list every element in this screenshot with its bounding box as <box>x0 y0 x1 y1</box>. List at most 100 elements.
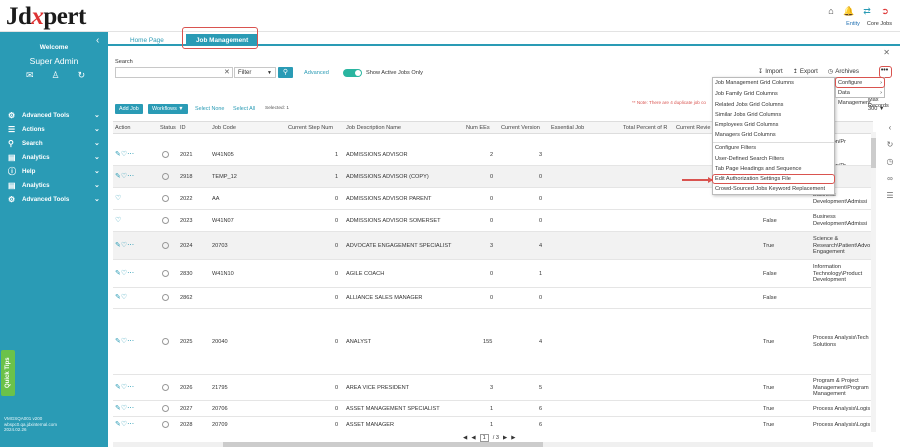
menu-item-managers-grid[interactable]: Managers Grid Columns <box>715 132 776 138</box>
sidebar-item-actions[interactable]: ☰ Actions ⌄ <box>0 122 108 136</box>
first-page-icon[interactable]: ◀ <box>463 435 467 441</box>
sidebar-item-analytics[interactable]: ▤ Analytics ⌄ <box>0 150 108 164</box>
history-icon[interactable]: ◷ <box>887 157 894 166</box>
select-none-link[interactable]: Select None <box>195 106 224 112</box>
mail-icon[interactable]: ✉ <box>26 70 34 81</box>
menu-item-job-management-grid[interactable]: Job Management Grid Columns <box>715 80 794 86</box>
col-status[interactable]: Status <box>160 125 176 131</box>
col-id[interactable]: ID <box>180 125 186 131</box>
favorite-icon[interactable]: ♡ <box>115 216 121 224</box>
table-row[interactable]: ✎♡ 2862 0 ALLIANCE SALES MANAGER 0 0 Fal… <box>113 288 873 309</box>
scroll-thumb[interactable] <box>223 442 543 447</box>
vertical-scrollbar[interactable] <box>871 132 876 432</box>
import-button[interactable]: ↧ Import <box>758 68 783 75</box>
favorite-icon[interactable]: ♡ <box>115 194 121 202</box>
edit-fav-more-icons[interactable]: ✎♡⋯ <box>115 383 134 391</box>
menu-item-crowd-sourced[interactable]: Crowd-Sourced Jobs Keyword Replacement <box>715 186 825 192</box>
show-active-toggle[interactable] <box>343 69 362 77</box>
advanced-link[interactable]: Advanced <box>304 70 329 76</box>
sidebar-item-advanced-tools[interactable]: ⚙ Advanced Tools ⌄ <box>0 108 108 122</box>
col-essential-job[interactable]: Essential Job <box>551 125 584 131</box>
edit-fav-more-icons[interactable]: ✎♡⋯ <box>115 150 134 158</box>
col-current-step[interactable]: Current Step Num <box>288 125 333 131</box>
sidebar-item-help[interactable]: ⓘ Help ⌄ <box>0 164 108 178</box>
edit-fav-more-icons[interactable]: ✎♡⋯ <box>115 420 134 428</box>
bell-icon[interactable]: 🔔 <box>843 6 854 16</box>
menu-item-job-family-grid[interactable]: Job Family Grid Columns <box>715 91 778 97</box>
table-row[interactable]: ✎♡⋯ 2028 20709 0 ASSET MANAGER 1 6 True … <box>113 417 873 433</box>
sidebar-item-advanced-tools-2[interactable]: ⚙ Advanced Tools ⌄ <box>0 192 108 206</box>
users-icon[interactable]: ♙ <box>52 70 60 81</box>
status-dot[interactable] <box>162 338 169 347</box>
table-row[interactable]: ✎♡⋯ 2024 20703 0 ADVOCATE ENGAGEMENT SPE… <box>113 232 873 260</box>
status-dot[interactable] <box>162 151 169 160</box>
help-icon: ⓘ <box>8 166 16 176</box>
edit-fav-more-icons[interactable]: ✎♡⋯ <box>115 337 134 345</box>
page-input[interactable]: 1 <box>479 434 489 442</box>
table-row[interactable]: ✎♡⋯ 2025 20040 0 ANALYST 155 4 True Proc… <box>113 309 873 375</box>
logout-icon[interactable]: ➲ <box>880 6 890 16</box>
edit-fav-more-icons[interactable]: ✎♡⋯ <box>115 241 134 249</box>
edit-fav-more-icons[interactable]: ✎♡⋯ <box>115 172 134 180</box>
home-icon[interactable]: ⌂ <box>826 6 836 16</box>
edit-fav-more-icons[interactable]: ✎♡⋯ <box>115 404 134 412</box>
search-input[interactable] <box>115 67 233 78</box>
filter-select[interactable]: Filter ▼ <box>234 67 276 78</box>
sidebar-item-analytics-2[interactable]: ▤ Analytics ⌄ <box>0 178 108 192</box>
status-dot[interactable] <box>162 384 169 393</box>
table-row[interactable]: ✎♡⋯ 2027 20706 0 ASSET MANAGEMENT SPECIA… <box>113 401 873 417</box>
status-dot[interactable] <box>162 242 169 251</box>
submenu-data-management[interactable]: Data Management › <box>836 88 884 106</box>
status-dot[interactable] <box>162 294 169 303</box>
table-row[interactable]: ♡ 2023 W41N07 0 ADMISSIONS ADVISOR SOMER… <box>113 210 873 232</box>
chevron-left-icon[interactable]: ‹ <box>889 123 892 132</box>
last-page-icon[interactable]: ▶ <box>511 435 515 441</box>
jdxpert-logo[interactable]: Jdxpert <box>6 3 86 31</box>
status-dot[interactable] <box>162 405 169 414</box>
status-dot[interactable] <box>162 270 169 279</box>
status-dot[interactable] <box>162 421 169 430</box>
edit-fav-more-icons[interactable]: ✎♡⋯ <box>115 269 134 277</box>
tab-home-page[interactable]: Home Page <box>120 34 174 46</box>
col-job-description[interactable]: Job Description Name <box>346 125 401 131</box>
col-num-ees[interactable]: Num EEs <box>466 125 490 131</box>
col-job-code[interactable]: Job Code <box>212 125 236 131</box>
menu-item-tab-page-headings[interactable]: Tab Page Headings and Sequence <box>715 166 801 172</box>
link-icon[interactable]: ∞ <box>887 174 893 183</box>
quick-tips-button[interactable]: Quick Tips <box>1 350 15 396</box>
close-icon[interactable]: ✕ <box>883 48 890 57</box>
sliders-icon[interactable]: ☰ <box>886 191 893 200</box>
status-dot[interactable] <box>162 217 169 226</box>
core-jobs-link[interactable]: Core Jobs <box>867 21 892 27</box>
switch-icon[interactable]: ⇄ <box>862 6 872 16</box>
clear-search-icon[interactable]: ✕ <box>224 68 230 76</box>
add-job-button[interactable]: Add Job <box>115 104 143 114</box>
horizontal-scrollbar[interactable] <box>113 442 873 447</box>
col-total-percent[interactable]: Total Percent of R <box>623 125 667 131</box>
status-dot[interactable] <box>162 173 169 182</box>
col-action[interactable]: Action <box>115 125 131 131</box>
col-current-version[interactable]: Current Version <box>501 125 540 131</box>
prev-page-icon[interactable]: ◀ <box>471 435 475 441</box>
table-row[interactable]: ✎♡⋯ 2830 W41N10 0 AGILE COACH 0 1 False … <box>113 260 873 288</box>
sidebar-item-search[interactable]: ⚲ Search ⌄ <box>0 136 108 150</box>
export-button[interactable]: ↥ Export <box>793 68 818 75</box>
refresh-icon[interactable]: ↻ <box>887 140 894 149</box>
menu-item-configure-filters[interactable]: Configure Filters <box>715 145 756 151</box>
table-row[interactable]: ✎♡⋯ 2026 21795 0 AREA VICE PRESIDENT 3 5… <box>113 375 873 401</box>
status-dot[interactable] <box>162 195 169 204</box>
job-name: ASSET MANAGER <box>346 422 395 428</box>
select-all-link[interactable]: Select All <box>233 106 255 112</box>
menu-item-similar-jobs-grid[interactable]: Similar Jobs Grid Columns <box>715 112 781 118</box>
menu-item-employees-grid[interactable]: Employees Grid Columns <box>715 122 778 128</box>
search-button[interactable]: ⚲ <box>278 67 293 78</box>
next-page-icon[interactable]: ▶ <box>503 435 507 441</box>
menu-item-user-defined-filters[interactable]: User-Defined Search Filters <box>715 156 784 162</box>
refresh-icon[interactable]: ↻ <box>78 70 86 81</box>
entity-link[interactable]: Entity <box>846 21 860 27</box>
menu-item-related-jobs-grid[interactable]: Related Jobs Grid Columns <box>715 102 783 108</box>
archives-button[interactable]: ◷ Archives <box>828 68 859 75</box>
scroll-thumb[interactable] <box>871 138 876 168</box>
workflows-button[interactable]: Workflows ▼ <box>148 104 188 114</box>
edit-fav-icons[interactable]: ✎♡ <box>115 293 127 301</box>
